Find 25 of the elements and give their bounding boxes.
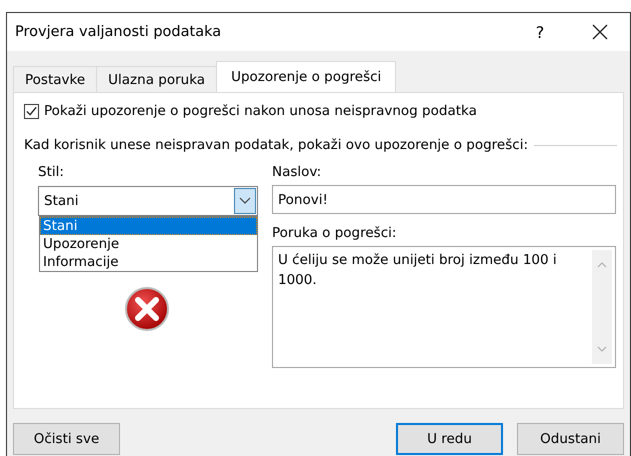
dropdown-option[interactable]: Stani	[40, 217, 257, 235]
checkbox-label: Pokaži upozorenje o pogrešci nakon unosa neispravnog podatka	[44, 103, 477, 119]
tab[interactable]: Upozorenje o pogrešci	[216, 61, 396, 92]
chevron-down-icon	[239, 197, 251, 205]
close-icon	[592, 24, 608, 40]
title-label: Naslov:	[272, 163, 322, 181]
dialog-button[interactable]: Odustani	[517, 423, 624, 455]
clear-all-button[interactable]: Očisti sve	[13, 423, 120, 455]
scroll-down-icon[interactable]	[597, 346, 607, 352]
dropdown-option[interactable]: Upozorenje	[40, 235, 257, 253]
error-icon	[124, 286, 170, 332]
style-dropdown[interactable]: Stani	[38, 186, 258, 216]
scrollbar[interactable]	[592, 250, 612, 364]
scroll-up-icon[interactable]	[597, 262, 607, 268]
dialog-button[interactable]: U redu	[396, 423, 503, 455]
window-title: Provjera valjanosti podataka	[15, 24, 222, 40]
title-field[interactable]: Ponovi!	[272, 185, 616, 214]
message-field[interactable]: U ćeliju se može unijeti broj između 100 i 1000.	[272, 246, 616, 368]
style-label: Stil:	[38, 163, 65, 181]
message-label: Poruka o pogrešci:	[272, 224, 398, 242]
checkbox[interactable]	[24, 104, 39, 118]
section-heading: Kad korisnik unese neispravan podatak, pokaži ovo upozorenje o pogrešci:	[24, 137, 528, 153]
help-button[interactable]: ?	[510, 13, 570, 51]
tab[interactable]: Postavke	[13, 66, 98, 92]
dropdown-option[interactable]: Informacije	[40, 253, 257, 271]
